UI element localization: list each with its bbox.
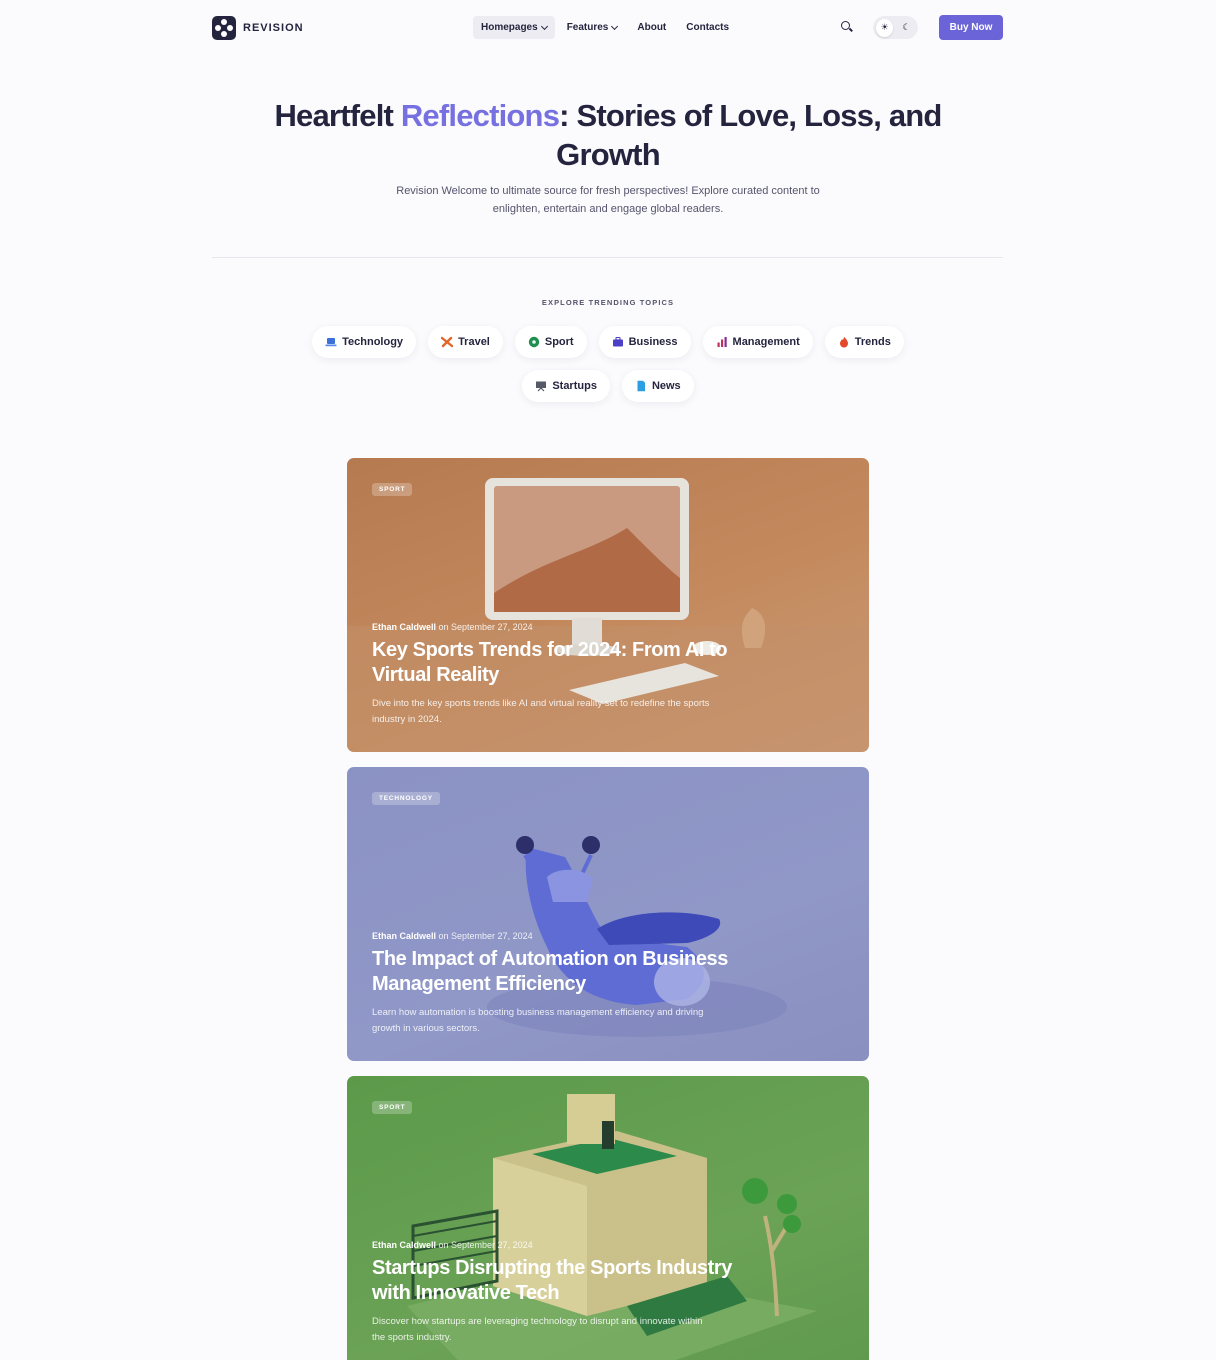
post-date-prefix: on: [436, 1240, 452, 1250]
topic-label: Startups: [552, 380, 597, 392]
logo-icon: [212, 15, 236, 40]
moon-icon[interactable]: ☾: [898, 19, 915, 37]
nav-about[interactable]: About: [629, 16, 674, 39]
title-accent: Reflections: [400, 98, 560, 133]
airplane-icon: [441, 336, 454, 348]
topic-trends[interactable]: Trends: [824, 326, 904, 358]
ball-icon: [528, 336, 540, 348]
topic-label: News: [651, 380, 681, 392]
topic-technology[interactable]: Technology: [312, 326, 417, 358]
post-date-prefix: on: [436, 931, 452, 941]
main-nav: Homepages Features About Contacts: [473, 16, 737, 39]
topics-heading: EXPLORE TRENDING TOPICS: [541, 298, 675, 307]
topic-label: Travel: [458, 336, 490, 348]
theme-toggle[interactable]: ☀ ☾: [873, 16, 918, 39]
sun-icon[interactable]: ☀: [876, 18, 893, 37]
nav-contacts-label: Contacts: [686, 22, 730, 33]
category-badge[interactable]: SPORT: [372, 1101, 413, 1114]
nav-features-label: Features: [566, 22, 609, 33]
post-date: September 27, 2024: [451, 931, 533, 941]
nav-homepages[interactable]: Homepages: [473, 16, 555, 39]
post-date: September 27, 2024: [451, 1240, 533, 1250]
buy-now-button[interactable]: Buy Now: [939, 15, 1003, 40]
topic-sport[interactable]: Sport: [514, 326, 587, 358]
nav-about-label: About: [637, 22, 667, 33]
post-date-prefix: on: [436, 622, 452, 632]
post-excerpt: Learn how automation is boosting busines…: [372, 1007, 704, 1034]
divider: [212, 257, 1003, 258]
document-icon: [637, 380, 645, 392]
topic-label: Trends: [854, 336, 891, 348]
chevron-down-icon: [540, 22, 548, 30]
page-title: Heartfelt Reflections: Stories of Love, …: [250, 96, 966, 174]
post-meta: Ethan Caldwell on September 27, 2024: [372, 1240, 533, 1250]
nav-homepages-label: Homepages: [481, 22, 538, 33]
topic-news[interactable]: News: [621, 370, 694, 402]
category-badge[interactable]: TECHNOLOGY: [372, 792, 440, 805]
topic-list: Technology Travel Sport Business Managem…: [300, 326, 916, 402]
bar-chart-icon: [717, 337, 727, 347]
post-card[interactable]: SPORT Ethan Caldwell on September 27, 20…: [347, 458, 869, 752]
post-excerpt: Dive into the key sports trends like AI …: [372, 698, 710, 725]
logo-text: REVISION: [243, 21, 304, 34]
post-author[interactable]: Ethan Caldwell: [372, 931, 436, 941]
post-card[interactable]: SPORT Ethan Caldwell on September 27, 20…: [347, 1076, 869, 1360]
post-date: September 27, 2024: [451, 622, 533, 632]
logo[interactable]: REVISION: [212, 15, 304, 40]
topic-business[interactable]: Business: [598, 326, 691, 358]
post-title[interactable]: Startups Disrupting the Sports Industry …: [372, 1256, 772, 1306]
nav-contacts[interactable]: Contacts: [678, 16, 737, 39]
page-subtitle: Revision Welcome to ultimate source for …: [396, 185, 820, 215]
nav-features[interactable]: Features: [559, 16, 626, 39]
title-rest: : Stories of Love, Loss, and Growth: [556, 98, 942, 172]
topic-management[interactable]: Management: [702, 326, 813, 358]
topic-label: Business: [628, 336, 678, 348]
topic-startups[interactable]: Startups: [522, 370, 610, 402]
post-author[interactable]: Ethan Caldwell: [372, 1240, 436, 1250]
topic-label: Sport: [544, 336, 574, 348]
category-badge[interactable]: SPORT: [372, 483, 413, 496]
search-icon[interactable]: [840, 20, 854, 34]
post-meta: Ethan Caldwell on September 27, 2024: [372, 622, 533, 632]
topic-label: Management: [732, 336, 800, 348]
chevron-down-icon: [611, 22, 619, 30]
presentation-icon: [536, 381, 547, 392]
title-lead: Heartfelt: [274, 98, 401, 133]
post-excerpt: Discover how startups are leveraging tec…: [372, 1316, 703, 1343]
post-title[interactable]: Key Sports Trends for 2024: From AI to V…: [372, 638, 772, 688]
topic-travel[interactable]: Travel: [428, 326, 503, 358]
site-header: REVISION Homepages Features About Contac…: [212, 14, 1003, 41]
topic-label: Technology: [342, 336, 404, 348]
post-author[interactable]: Ethan Caldwell: [372, 622, 436, 632]
post-meta: Ethan Caldwell on September 27, 2024: [372, 931, 533, 941]
post-card[interactable]: TECHNOLOGY Ethan Caldwell on September 2…: [347, 767, 869, 1061]
fire-icon: [839, 336, 848, 348]
laptop-icon: [325, 338, 337, 347]
post-title[interactable]: The Impact of Automation on Business Man…: [372, 947, 772, 997]
briefcase-icon: [612, 336, 623, 347]
